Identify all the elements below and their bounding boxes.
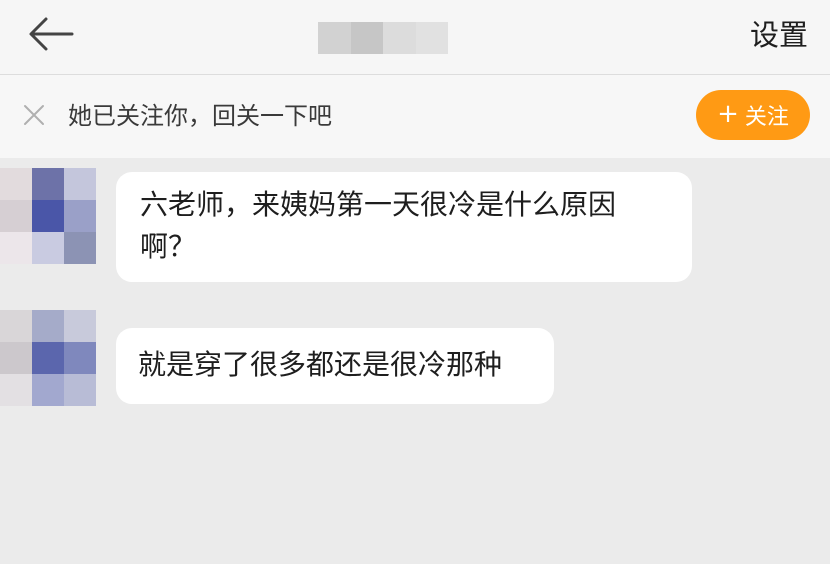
arrow-left-icon xyxy=(29,17,74,51)
contact-name-blurred xyxy=(318,22,448,54)
top-bar: 设置 xyxy=(0,0,830,75)
follow-button-label: 关注 xyxy=(744,105,789,130)
message-bubble[interactable]: 就是穿了很多都还是很冷那种 xyxy=(116,328,554,404)
follow-prompt-text: 她已关注你，回关一下吧 xyxy=(68,102,332,130)
close-banner-button[interactable] xyxy=(22,103,46,127)
settings-button[interactable]: 设置 xyxy=(750,16,808,54)
avatar[interactable] xyxy=(0,168,96,264)
back-button[interactable] xyxy=(22,12,82,56)
follow-button[interactable]: + 关注 xyxy=(696,90,810,140)
follow-banner: 她已关注你，回关一下吧 + 关注 xyxy=(0,75,830,158)
chat-area[interactable]: 六老师，来姨妈第一天很冷是什么原因啊？ 就是穿了很多都还是很冷那种 xyxy=(0,158,830,564)
close-icon xyxy=(24,105,44,125)
avatar[interactable] xyxy=(0,310,96,406)
plus-icon: + xyxy=(717,99,739,129)
message-bubble[interactable]: 六老师，来姨妈第一天很冷是什么原因啊？ xyxy=(116,172,692,282)
